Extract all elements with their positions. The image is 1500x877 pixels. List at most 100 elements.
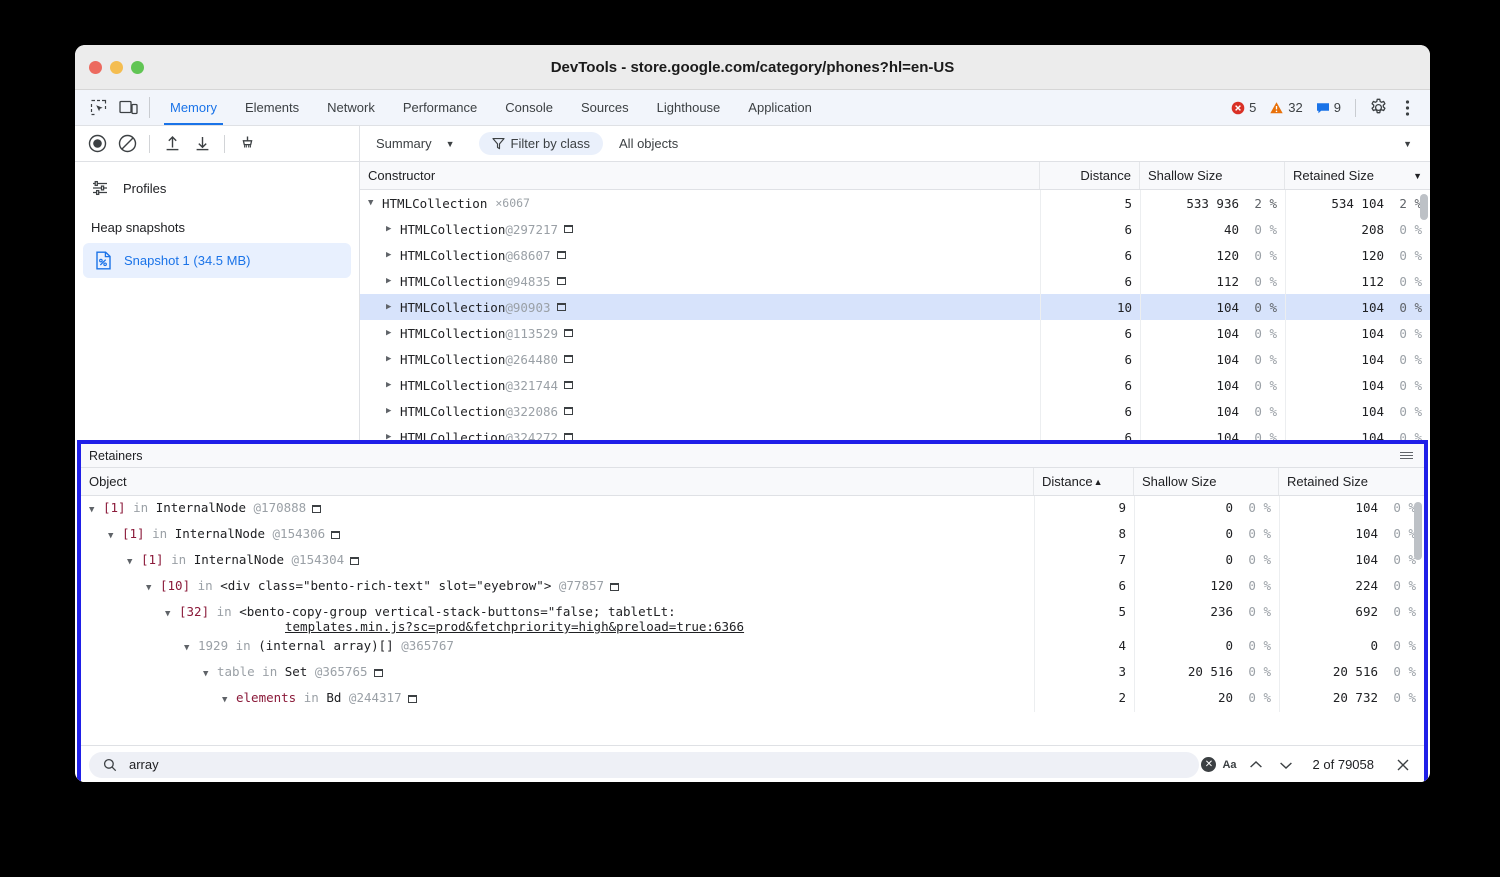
warning-count-badge[interactable]: 32 <box>1264 100 1307 115</box>
table-row[interactable]: ▼[1] in InternalNode @170888900 %1040 % <box>81 496 1424 522</box>
shallow-size-cell-percent: 0 % <box>1249 352 1277 367</box>
table-row[interactable]: ▶HTMLCollection @32208661040 %1040 % <box>360 398 1430 424</box>
retainers-scrollbar-thumb[interactable] <box>1414 502 1422 560</box>
error-count-badge[interactable]: 5 <box>1226 100 1261 115</box>
retainers-grid-rows[interactable]: ▼[1] in InternalNode @170888900 %1040 %▼… <box>81 496 1424 745</box>
table-row[interactable]: ▶HTMLCollection @6860761200 %1200 % <box>360 242 1430 268</box>
column-header-ret-shallow-size[interactable]: Shallow Size <box>1134 468 1279 495</box>
table-row[interactable]: ▼[1] in InternalNode @154304700 %1040 % <box>81 548 1424 574</box>
column-header-retained-size[interactable]: Retained Size ▼ <box>1285 162 1430 189</box>
expand-triangle-icon[interactable]: ▶ <box>386 302 400 312</box>
tab-elements[interactable]: Elements <box>231 90 313 125</box>
sidebar-item-profiles[interactable]: Profiles <box>75 172 359 204</box>
gear-icon[interactable] <box>1365 95 1391 121</box>
chevron-down-icon-objects[interactable]: ▼ <box>1403 139 1412 149</box>
tab-sources[interactable]: Sources <box>567 90 643 125</box>
constructor-grid-header: Constructor Distance Shallow Size Retain… <box>360 162 1430 190</box>
collapse-triangle-icon[interactable]: ▼ <box>108 531 122 541</box>
tab-console[interactable]: Console <box>491 90 567 125</box>
table-row[interactable]: ▼[1] in InternalNode @154306800 %1040 % <box>81 522 1424 548</box>
table-row[interactable]: ▶HTMLCollection @90903101040 %1040 % <box>360 294 1430 320</box>
reveal-in-elements-icon[interactable] <box>564 407 573 415</box>
table-row[interactable]: ▼1929 in (internal array)[] @365767400 %… <box>81 634 1424 660</box>
tab-label: Performance <box>403 100 477 115</box>
column-header-distance[interactable]: Distance <box>1040 162 1140 189</box>
device-toolbar-icon[interactable] <box>115 95 141 121</box>
tab-network[interactable]: Network <box>313 90 389 125</box>
reveal-in-elements-icon[interactable] <box>374 669 383 677</box>
collapse-triangle-icon[interactable]: ▼ <box>146 583 160 593</box>
reveal-in-elements-icon[interactable] <box>610 583 619 591</box>
search-input[interactable]: array <box>89 752 1199 778</box>
table-row[interactable]: ▼elements in Bd @2443172200 %20 7320 % <box>81 686 1424 712</box>
close-find-bar-button[interactable] <box>1390 752 1416 778</box>
column-header-constructor[interactable]: Constructor <box>360 162 1040 189</box>
tab-application[interactable]: Application <box>734 90 826 125</box>
expand-triangle-icon[interactable]: ▶ <box>386 250 400 260</box>
collapse-triangle-icon[interactable]: ▼ <box>165 609 179 619</box>
table-row[interactable]: ▶HTMLCollection @2972176400 %2080 % <box>360 216 1430 242</box>
reveal-in-elements-icon[interactable] <box>564 381 573 389</box>
find-previous-button[interactable] <box>1243 752 1269 778</box>
collapse-triangle-icon[interactable]: ▼ <box>127 557 141 567</box>
upload-icon[interactable] <box>158 130 186 158</box>
more-options-icon[interactable] <box>1394 95 1420 121</box>
sidebar-item-snapshot-1[interactable]: Snapshot 1 (34.5 MB) <box>83 243 351 278</box>
column-header-ret-distance[interactable]: Distance ▲ <box>1034 468 1134 495</box>
column-header-shallow-size[interactable]: Shallow Size <box>1140 162 1285 189</box>
expand-triangle-icon[interactable]: ▶ <box>386 380 400 390</box>
expand-triangle-icon[interactable]: ▶ <box>386 328 400 338</box>
match-case-button[interactable]: Aa <box>1220 759 1238 771</box>
source-link[interactable]: templates.min.js?sc=prod&fetchpriority=h… <box>285 619 1026 634</box>
reveal-in-elements-icon[interactable] <box>408 695 417 703</box>
collapse-triangle-icon[interactable]: ▼ <box>203 669 217 679</box>
reveal-in-elements-icon[interactable] <box>557 277 566 285</box>
minimize-window-button[interactable] <box>110 61 123 74</box>
reveal-in-elements-icon[interactable] <box>331 531 340 539</box>
expand-triangle-icon[interactable]: ▶ <box>386 276 400 286</box>
find-next-button[interactable] <box>1273 752 1299 778</box>
table-row[interactable]: ▼HTMLCollection×60675533 9362 %534 1042 … <box>360 190 1430 216</box>
filter-by-class-input[interactable]: Filter by class <box>479 132 603 155</box>
reveal-in-elements-icon[interactable] <box>564 355 573 363</box>
expand-triangle-icon[interactable]: ▶ <box>386 224 400 234</box>
table-row[interactable]: ▶HTMLCollection @9483561120 %1120 % <box>360 268 1430 294</box>
column-header-object[interactable]: Object <box>81 468 1034 495</box>
tab-memory[interactable]: Memory <box>156 90 231 125</box>
constructor-scrollbar-thumb[interactable] <box>1420 194 1428 220</box>
collapse-triangle-icon[interactable]: ▼ <box>368 198 382 208</box>
collapse-triangle-icon[interactable]: ▼ <box>222 695 236 705</box>
collect-garbage-icon[interactable] <box>233 130 261 158</box>
table-row[interactable]: ▶HTMLCollection @32174461040 %1040 % <box>360 372 1430 398</box>
reveal-in-elements-icon[interactable] <box>564 225 573 233</box>
reveal-in-elements-icon[interactable] <box>557 251 566 259</box>
objects-filter-select[interactable]: All objects <box>619 136 678 151</box>
retainers-menu-icon[interactable] <box>1397 449 1416 463</box>
record-icon[interactable] <box>83 130 111 158</box>
collapse-triangle-icon[interactable]: ▼ <box>184 643 198 653</box>
download-icon[interactable] <box>188 130 216 158</box>
table-row[interactable]: ▼table in Set @365765320 5160 %20 5160 % <box>81 660 1424 686</box>
column-header-ret-retained-size[interactable]: Retained Size <box>1279 468 1424 495</box>
tab-lighthouse[interactable]: Lighthouse <box>643 90 735 125</box>
collapse-triangle-icon[interactable]: ▼ <box>89 505 103 515</box>
table-row[interactable]: ▼[10] in <div class="bento-rich-text" sl… <box>81 574 1424 600</box>
expand-triangle-icon[interactable]: ▶ <box>386 406 400 416</box>
reveal-in-elements-icon[interactable] <box>557 303 566 311</box>
expand-triangle-icon[interactable]: ▶ <box>386 354 400 364</box>
message-count-badge[interactable]: 9 <box>1311 100 1346 115</box>
tab-performance[interactable]: Performance <box>389 90 491 125</box>
clear-icon[interactable] <box>113 130 141 158</box>
reveal-in-elements-icon[interactable] <box>312 505 321 513</box>
reveal-in-elements-icon[interactable] <box>350 557 359 565</box>
table-row[interactable]: ▶HTMLCollection @26448061040 %1040 % <box>360 346 1430 372</box>
maximize-window-button[interactable] <box>131 61 144 74</box>
table-row[interactable]: ▼[32] in <bento-copy-group vertical-stac… <box>81 600 1424 634</box>
view-mode-select[interactable]: Summary ▼ <box>370 136 461 151</box>
close-window-button[interactable] <box>89 61 102 74</box>
inspect-element-icon[interactable] <box>85 95 111 121</box>
clear-search-icon[interactable]: ✕ <box>1201 757 1216 772</box>
table-row[interactable]: ▶HTMLCollection @11352961040 %1040 % <box>360 320 1430 346</box>
reveal-in-elements-icon[interactable] <box>564 329 573 337</box>
retained-size-cell: 1040 % <box>1285 294 1430 320</box>
